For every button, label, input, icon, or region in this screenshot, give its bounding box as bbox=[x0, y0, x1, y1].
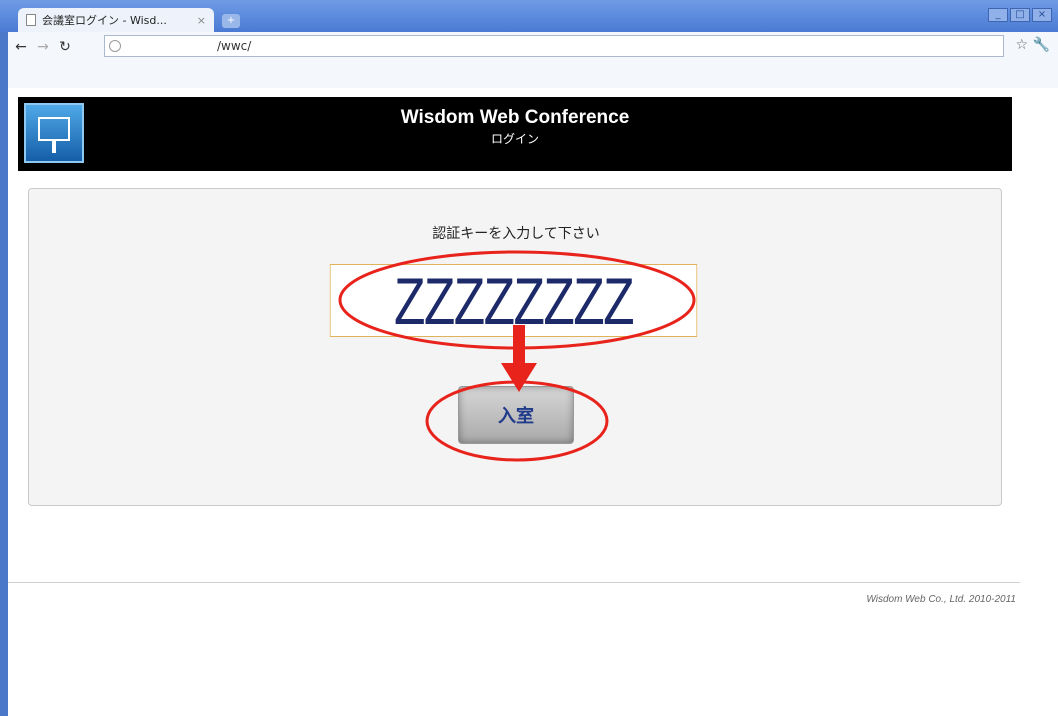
tab-title: 会議室ログイン - Wisd... bbox=[42, 14, 167, 27]
browser-toolbar: ← → ↻ /wwc/ ☆ 🔧 bbox=[8, 32, 1058, 88]
footer-copyright: Wisdom Web Co., Ltd. 2010-2011 bbox=[866, 594, 1016, 605]
footer-divider bbox=[8, 582, 1020, 583]
tab-close-icon[interactable]: × bbox=[197, 14, 206, 27]
wrench-menu-icon[interactable]: 🔧 bbox=[1033, 37, 1050, 53]
browser-titlebar: 会議室ログイン - Wisd... × + _ □ × bbox=[0, 0, 1058, 32]
window-frame bbox=[0, 0, 8, 716]
login-panel: 認証キーを入力して下さい 入室 bbox=[28, 188, 1002, 506]
bookmark-star-icon[interactable]: ☆ bbox=[1015, 37, 1028, 53]
back-icon[interactable]: ← bbox=[12, 39, 30, 55]
page-info-icon bbox=[109, 40, 121, 52]
enter-room-button[interactable]: 入室 bbox=[458, 386, 574, 444]
page-icon bbox=[26, 14, 36, 26]
auth-key-input[interactable] bbox=[329, 264, 698, 337]
app-header: Wisdom Web Conference ログイン bbox=[18, 97, 1012, 171]
app-subtitle: ログイン bbox=[490, 132, 539, 146]
address-url: /wwc/ bbox=[217, 39, 252, 53]
new-tab-button[interactable]: + bbox=[222, 14, 240, 28]
browser-tab[interactable]: 会議室ログイン - Wisd... × bbox=[18, 8, 214, 32]
reload-icon[interactable]: ↻ bbox=[56, 39, 74, 55]
address-bar[interactable]: /wwc/ bbox=[104, 35, 1004, 57]
app-title: Wisdom Web Conference bbox=[400, 107, 630, 128]
maximize-button[interactable]: □ bbox=[1010, 8, 1030, 22]
auth-key-prompt: 認証キーを入力して下さい bbox=[432, 226, 600, 242]
forward-icon[interactable]: → bbox=[34, 39, 52, 55]
minimize-button[interactable]: _ bbox=[988, 8, 1008, 22]
window-controls: _ □ × bbox=[988, 8, 1052, 22]
close-window-button[interactable]: × bbox=[1032, 8, 1052, 22]
